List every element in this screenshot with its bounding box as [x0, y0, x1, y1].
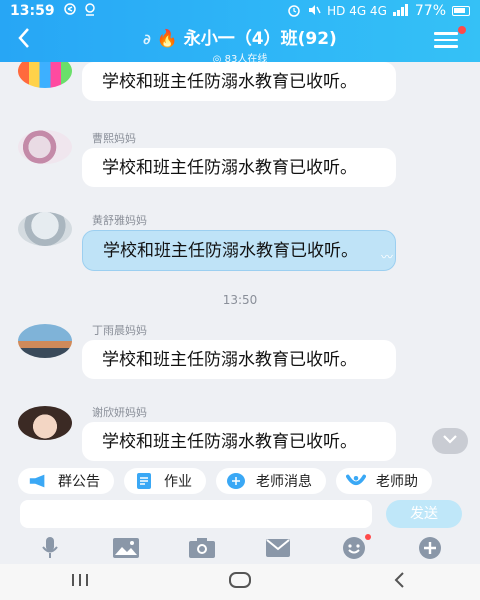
emoji-button[interactable] — [339, 534, 371, 560]
shield-icon — [83, 2, 97, 20]
app-header: 13:59 HD 4G 4G 77% ∂ 🔥 永小一（4）班(92) ◎ 83人… — [0, 0, 480, 65]
image-icon — [113, 538, 139, 558]
teacher-badge-icon — [226, 473, 246, 489]
shortcut-announcement[interactable]: 群公告 — [18, 468, 114, 494]
battery-icon — [452, 6, 470, 16]
image-button[interactable] — [111, 536, 141, 560]
message-bubble[interactable]: 学校和班主任防溺水教育已收听。 — [82, 148, 396, 187]
message-input[interactable] — [20, 500, 372, 528]
signal-icon — [392, 3, 409, 19]
home-button[interactable] — [220, 571, 260, 594]
microphone-icon — [42, 537, 58, 558]
title-bar: ∂ 🔥 永小一（4）班(92) ◎ 83人在线 — [0, 22, 480, 65]
message-text: 学校和班主任防溺水教育已收听。 — [102, 350, 357, 370]
recent-apps-button[interactable] — [60, 572, 100, 593]
back-arrow-icon — [394, 571, 404, 588]
avatar[interactable] — [18, 324, 72, 358]
camera-icon — [189, 538, 215, 558]
shortcut-homework[interactable]: 作业 — [124, 468, 206, 494]
message-bubble[interactable]: 学校和班主任防溺水教育已收听。 — [82, 422, 396, 461]
battery-percent: 77% — [414, 3, 446, 19]
document-icon — [134, 473, 154, 489]
send-button[interactable]: 发送 — [386, 500, 462, 528]
message-text: 学校和班主任防溺水教育已收听。 — [102, 158, 357, 178]
more-button[interactable] — [415, 536, 445, 560]
group-title-row: ∂ 🔥 永小一（4）班(92) — [0, 24, 480, 49]
alarm-icon — [287, 3, 301, 20]
recent-apps-icon — [72, 573, 88, 586]
shortcut-label: 老师助 — [376, 474, 418, 490]
message-bubble[interactable]: 学校和班主任防溺水教育已收听。 — [82, 62, 396, 101]
shortcut-label: 老师消息 — [256, 474, 312, 490]
home-icon — [229, 571, 251, 588]
status-bar: 13:59 HD 4G 4G 77% — [0, 0, 480, 22]
title-area: ∂ 🔥 永小一（4）班(92) ◎ 83人在线 — [0, 24, 480, 65]
envelope-button[interactable] — [263, 536, 293, 560]
emoji-icon — [343, 537, 365, 559]
camera-button[interactable] — [187, 536, 217, 560]
mute-icon — [307, 3, 321, 20]
menu-button[interactable] — [434, 32, 458, 52]
voice-button[interactable] — [35, 536, 65, 560]
group-title: 永小一（4）班(92) — [183, 29, 337, 49]
sender-name: 曹熙妈妈 — [92, 132, 136, 145]
message-text: 学校和班主任防溺水教育已收听。 — [103, 241, 358, 261]
message-text: 学校和班主任防溺水教育已收听。 — [102, 432, 357, 452]
shortcut-label: 作业 — [164, 474, 192, 490]
wave-decoration-icon: 〰 — [380, 250, 393, 264]
sender-name: 黄舒雅妈妈 — [92, 214, 147, 227]
message-bubble[interactable]: 学校和班主任防溺水教育已收听。 〰 — [82, 230, 396, 271]
chevron-down-icon — [443, 435, 457, 444]
message-bubble[interactable]: 学校和班主任防溺水教育已收听。 — [82, 340, 396, 379]
input-toolbar — [0, 534, 480, 562]
shortcut-label: 群公告 — [58, 474, 100, 490]
avatar[interactable] — [18, 406, 72, 440]
sender-name: 谢欣妍妈妈 — [92, 406, 147, 419]
avatar[interactable] — [18, 130, 72, 164]
time-separator: 13:50 — [222, 293, 258, 307]
fire-icon: 🔥 — [156, 29, 178, 49]
chat-area[interactable]: 学校和班主任防溺水教育已收听。 曹熙妈妈 学校和班主任防溺水教育已收听。 黄舒雅… — [0, 62, 480, 466]
assistant-icon — [346, 473, 366, 489]
emoji-notification-dot — [365, 534, 371, 540]
status-time: 13:59 — [10, 3, 55, 19]
envelope-icon — [266, 539, 290, 557]
shortcut-teacher-messages[interactable]: 老师消息 — [216, 468, 326, 494]
plus-icon — [419, 537, 441, 559]
scroll-to-bottom-button[interactable] — [432, 428, 468, 454]
sender-name: 丁雨晨妈妈 — [92, 324, 147, 337]
avatar[interactable] — [18, 62, 72, 88]
shortcut-teacher-assistant[interactable]: 老师助 — [336, 468, 432, 494]
network-labels: HD 4G 4G — [327, 4, 387, 18]
system-navbar — [0, 564, 480, 600]
system-back-button[interactable] — [380, 571, 420, 594]
notification-dot — [458, 26, 466, 34]
message-text: 学校和班主任防溺水教育已收听。 — [102, 72, 357, 92]
shortcut-bar: 群公告 作业 老师消息 老师助 — [0, 468, 480, 496]
bluetooth-icon — [63, 2, 77, 20]
megaphone-icon — [28, 473, 48, 489]
input-row: 发送 — [0, 500, 480, 530]
group-badge-icon: ∂ — [143, 32, 151, 48]
avatar[interactable] — [18, 212, 72, 246]
